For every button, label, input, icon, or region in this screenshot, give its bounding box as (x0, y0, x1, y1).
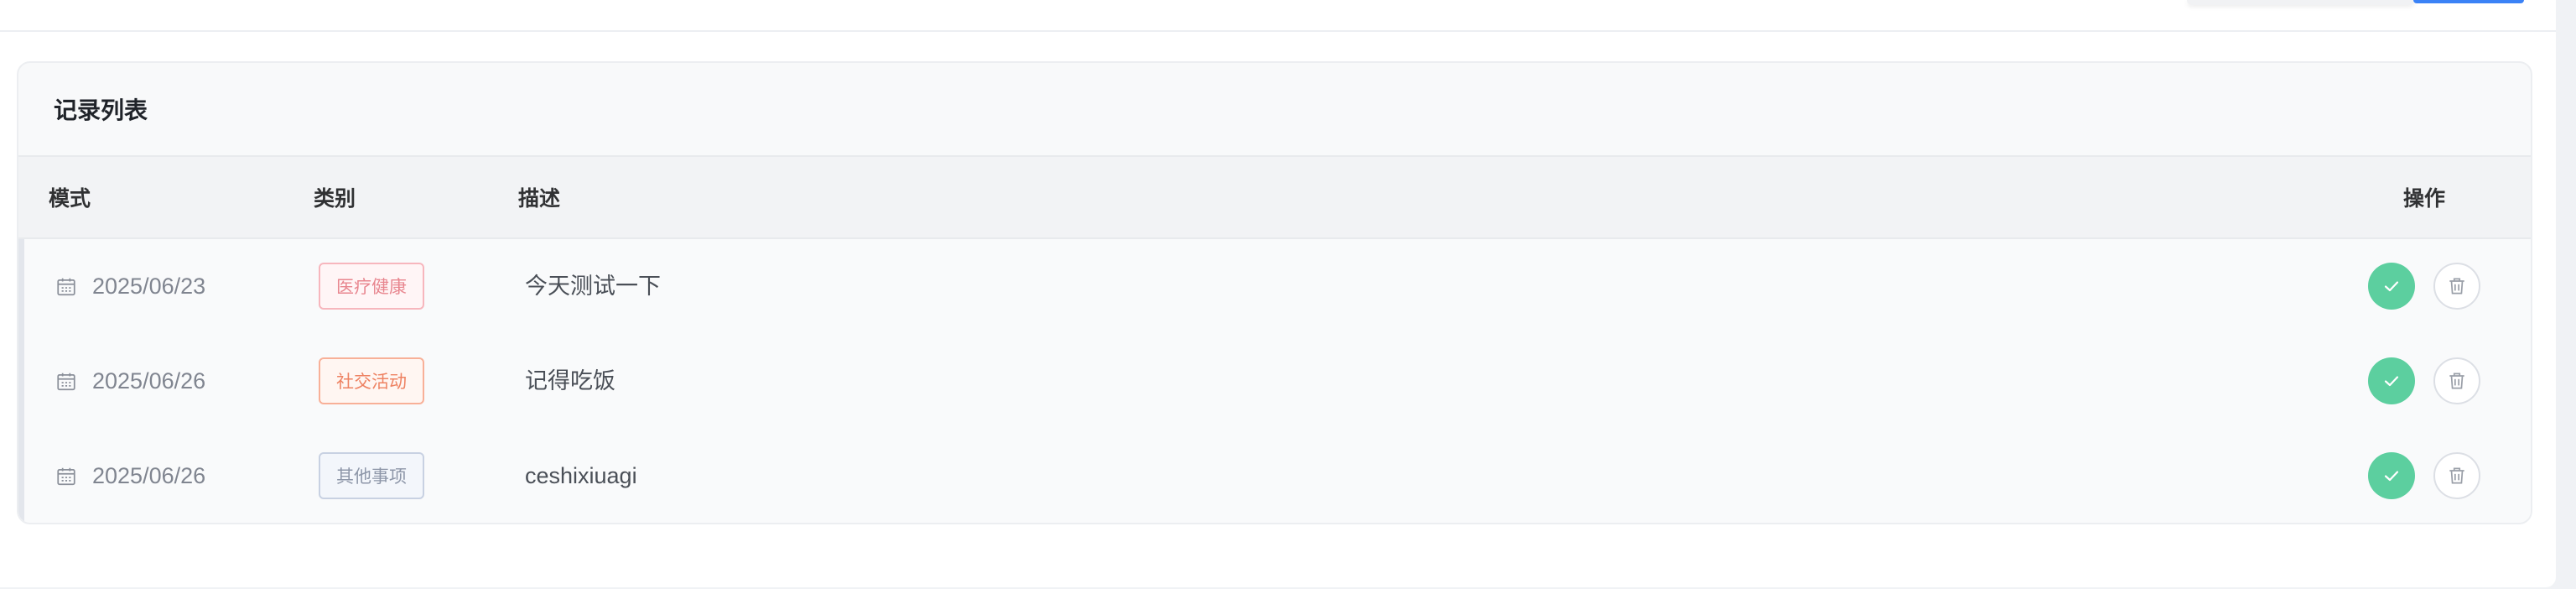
date-cell: 2025/06/26 (55, 429, 206, 523)
date-cell: 2025/06/23 (55, 239, 205, 334)
category-tag: 社交活动 (319, 357, 424, 404)
page-panel: 记录列表 模式 类别 描述 操作 2025/06/23 医疗健康 今天测试一下 … (0, 0, 2556, 587)
check-icon (2384, 376, 2399, 387)
delete-button[interactable] (2433, 452, 2480, 499)
column-header-description: 描述 (518, 187, 561, 211)
toolbar-primary-button[interactable] (2413, 0, 2524, 3)
check-icon (2384, 471, 2399, 482)
table-body: 2025/06/23 医疗健康 今天测试一下 2025/06/26 社交活动 记… (18, 239, 2531, 523)
description-text: ceshixiuagi (525, 463, 637, 488)
table-row: 2025/06/26 其他事项 ceshixiuagi (18, 429, 2531, 523)
confirm-button[interactable] (2368, 452, 2415, 499)
table-row: 2025/06/23 医疗健康 今天测试一下 (18, 239, 2531, 334)
trash-icon (2449, 278, 2464, 294)
card-header: 记录列表 (18, 63, 2531, 155)
calendar-icon (57, 278, 75, 295)
delete-button[interactable] (2433, 357, 2480, 404)
date-text: 2025/06/23 (92, 274, 206, 299)
trash-icon (2449, 373, 2464, 389)
confirm-button[interactable] (2368, 357, 2415, 404)
column-header-mode: 模式 (49, 187, 91, 211)
records-card: 记录列表 模式 类别 描述 操作 2025/06/23 医疗健康 今天测试一下 … (17, 61, 2532, 524)
column-header-actions: 操作 (2403, 187, 2446, 211)
confirm-button[interactable] (2368, 263, 2415, 310)
category-tag: 医疗健康 (319, 263, 424, 310)
date-text: 2025/06/26 (92, 368, 206, 394)
card-title: 记录列表 (54, 97, 148, 123)
column-header-category: 类别 (314, 187, 356, 211)
category-tag: 其他事项 (319, 452, 424, 499)
trash-icon (2449, 467, 2464, 484)
table-row: 2025/06/26 社交活动 记得吃饭 (18, 334, 2531, 429)
check-icon (2384, 281, 2399, 292)
calendar-icon (57, 467, 75, 485)
date-text: 2025/06/26 (92, 463, 206, 488)
delete-button[interactable] (2433, 263, 2480, 310)
description-text: 今天测试一下 (525, 274, 661, 299)
table-header: 模式 类别 描述 操作 (18, 155, 2531, 239)
date-cell: 2025/06/26 (55, 334, 205, 429)
top-toolbar (0, 0, 2556, 32)
description-text: 记得吃饭 (525, 368, 615, 394)
calendar-icon (57, 373, 75, 390)
toolbar-widget[interactable] (2187, 0, 2415, 5)
